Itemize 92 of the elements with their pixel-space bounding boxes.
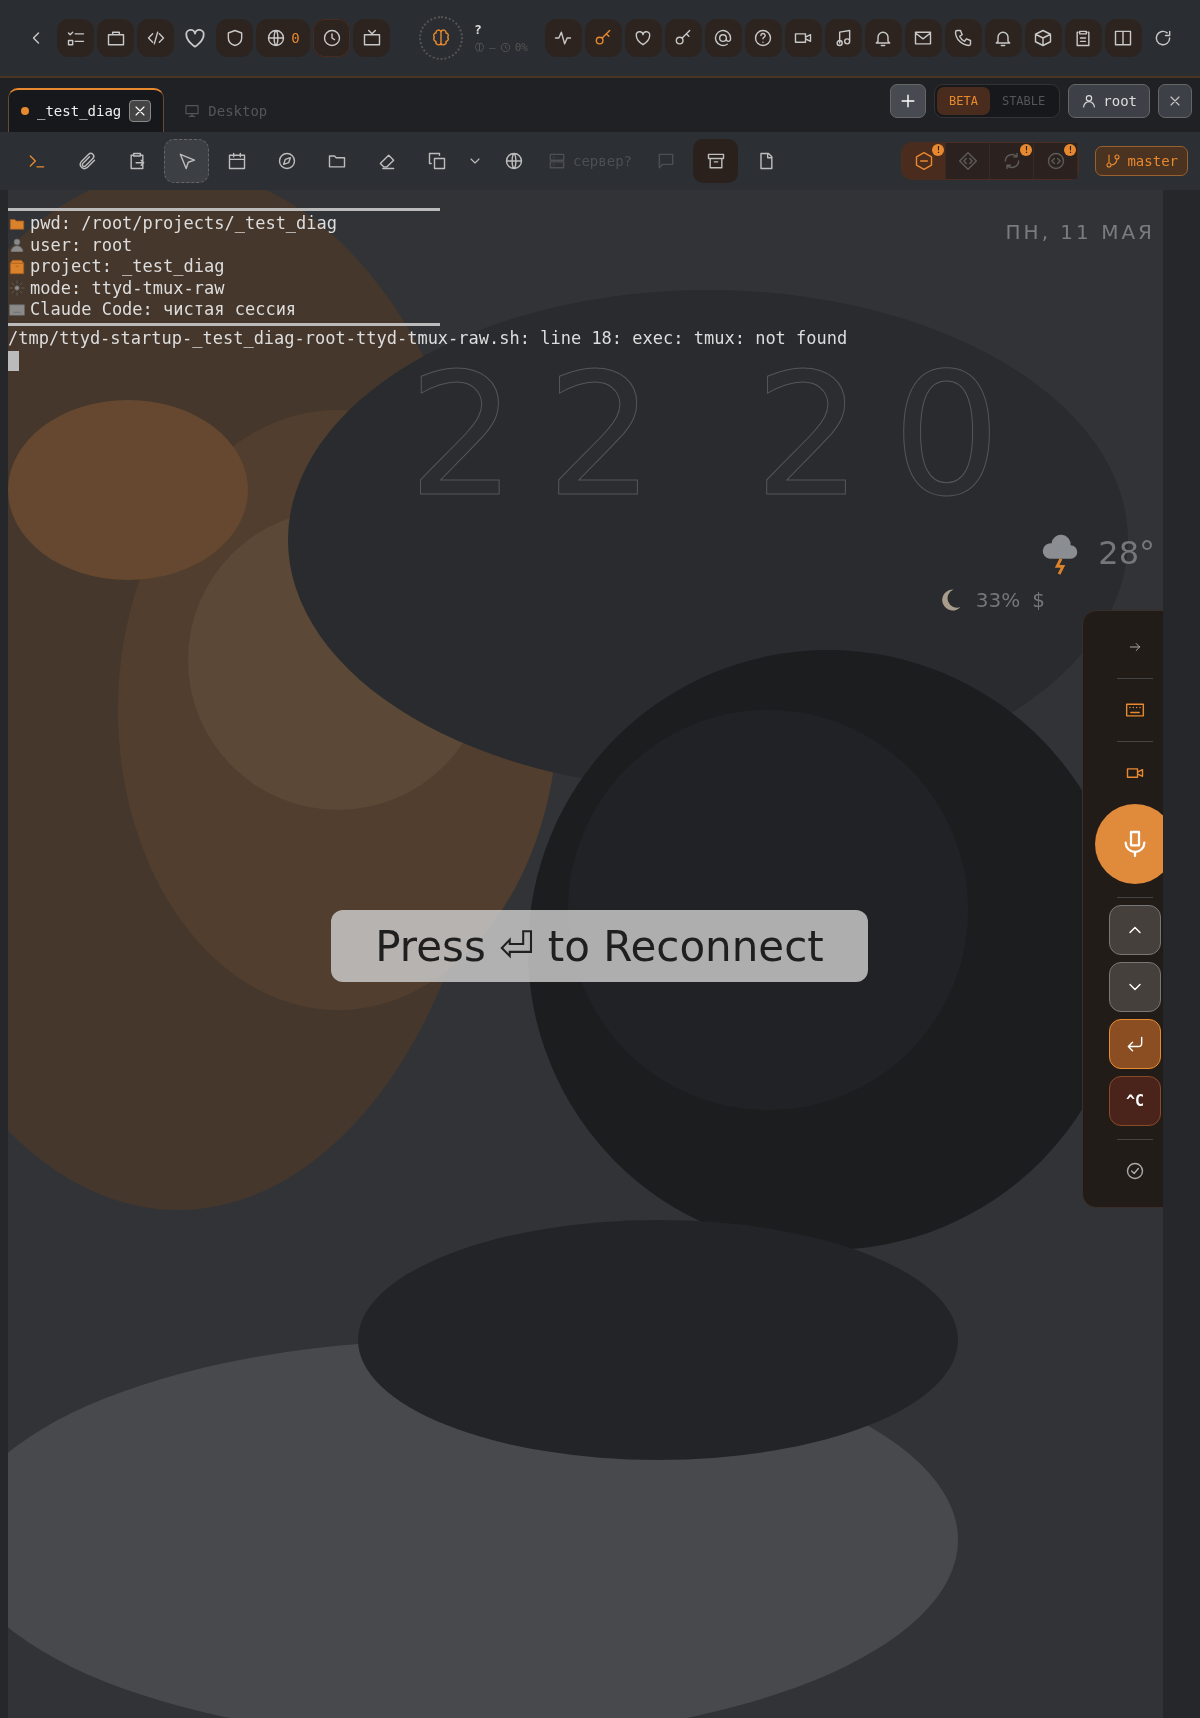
user-button[interactable]: root xyxy=(1068,84,1150,118)
circle-code-icon xyxy=(1045,151,1066,171)
mail-icon xyxy=(913,28,934,48)
channel-option[interactable]: BETA xyxy=(937,87,990,115)
help-button[interactable] xyxy=(744,19,782,57)
ai-status-title: ? xyxy=(474,22,483,37)
archive-icon xyxy=(705,151,726,171)
user-icon xyxy=(1081,93,1098,109)
code-button[interactable] xyxy=(137,19,174,57)
brain-icon xyxy=(474,42,485,53)
enter-icon xyxy=(1125,1034,1145,1054)
branch-icon xyxy=(1105,153,1122,169)
close-tab-button[interactable] xyxy=(129,100,152,122)
globe-icon xyxy=(266,28,287,48)
shield-button[interactable] xyxy=(216,19,253,57)
tab[interactable]: _test_diag xyxy=(8,88,165,132)
globe-counter-button[interactable]: 0 xyxy=(256,19,310,57)
archive-button[interactable] xyxy=(693,139,738,183)
close-button[interactable] xyxy=(1158,84,1192,118)
phone-icon xyxy=(953,28,974,48)
circle-code-button[interactable]: ! xyxy=(1034,143,1079,179)
terminal-line: project: _test_diag xyxy=(30,256,225,278)
briefcase-button[interactable] xyxy=(97,19,134,57)
copy-icon xyxy=(426,151,447,171)
hexagon-minus-button[interactable]: ! xyxy=(902,143,947,179)
cube-icon xyxy=(1033,28,1054,48)
clock-icon xyxy=(499,42,511,53)
terminal-cursor xyxy=(8,351,19,371)
at-sign-button[interactable] xyxy=(704,19,742,57)
columns-icon xyxy=(1113,28,1134,48)
tv-button[interactable] xyxy=(353,19,390,57)
tab-label: _test_diag xyxy=(37,103,122,119)
help-icon xyxy=(753,28,774,48)
diamond-code-icon xyxy=(957,151,978,171)
heart-button[interactable] xyxy=(624,19,662,57)
terminal-line: user: root xyxy=(30,234,133,256)
phone-button[interactable] xyxy=(944,19,982,57)
bell-button[interactable] xyxy=(984,19,1022,57)
terminal-line: pwd: /root/projects/_test_diag xyxy=(30,213,338,235)
brain-button[interactable] xyxy=(419,16,463,60)
compass-icon xyxy=(276,151,297,171)
alert-badge: ! xyxy=(932,144,945,156)
sync-button[interactable]: ! xyxy=(990,143,1035,179)
bell-button[interactable] xyxy=(864,19,902,57)
currency-symbol: $ xyxy=(1032,588,1045,612)
globe-icon xyxy=(503,151,524,171)
cursor-button[interactable] xyxy=(164,139,209,183)
hexagon-minus-icon xyxy=(913,151,934,171)
moon-phase: 33% xyxy=(975,588,1021,612)
clock-date: ПН, 11 МАЯ xyxy=(1005,220,1155,244)
clock-icon xyxy=(321,28,342,48)
key-button[interactable] xyxy=(664,19,702,57)
at-sign-icon xyxy=(713,28,734,48)
video-camera-button[interactable] xyxy=(784,19,822,57)
microphone-button[interactable] xyxy=(1095,804,1163,884)
branch-button[interactable]: master xyxy=(1095,146,1188,176)
checklist-icon xyxy=(65,28,86,48)
paperclip-icon xyxy=(76,151,97,171)
terminal-line: /tmp/ttyd-startup-_test_diag-root-ttyd-tmux-raw.sh: line 18: exec: tmux: not found xyxy=(8,327,848,349)
arrow-right-icon xyxy=(1128,640,1142,654)
package-icon xyxy=(8,257,26,276)
monitor-icon xyxy=(184,103,201,119)
alert-badge: ! xyxy=(1020,144,1033,156)
pulse-button[interactable] xyxy=(544,19,582,57)
cube-button[interactable] xyxy=(1024,19,1062,57)
terminal-line: Claude Code: чистая сессия xyxy=(30,299,297,321)
user-icon xyxy=(8,236,26,255)
interrupt-button[interactable]: ^C xyxy=(1109,1076,1161,1126)
enter-button[interactable] xyxy=(1109,1019,1161,1069)
arrow-down-button[interactable] xyxy=(1109,962,1161,1012)
columns-button[interactable] xyxy=(1104,19,1142,57)
reconnect-message: Press ⏎ to Reconnect xyxy=(375,921,824,971)
alert-badge: ! xyxy=(1064,144,1077,156)
brain-icon xyxy=(431,28,451,48)
mail-button[interactable] xyxy=(904,19,942,57)
temperature: 28° xyxy=(1098,534,1155,572)
clock-button[interactable] xyxy=(313,19,350,57)
status-dot-icon xyxy=(21,107,29,115)
pulse-icon xyxy=(553,28,574,48)
briefcase-icon xyxy=(105,28,126,48)
music-note-button[interactable] xyxy=(824,19,862,57)
new-tab-button[interactable] xyxy=(890,84,926,118)
checklist-button[interactable] xyxy=(57,19,94,57)
ai-status-separator: — xyxy=(489,41,496,54)
clipboard-button[interactable] xyxy=(1064,19,1102,57)
tv-icon xyxy=(361,28,382,48)
key-button[interactable] xyxy=(584,19,622,57)
terminal-line: mode: ttyd-tmux-raw xyxy=(30,277,225,299)
code-icon xyxy=(145,28,166,48)
calendar-icon xyxy=(226,151,247,171)
arrow-up-button[interactable] xyxy=(1109,905,1161,955)
server-icon xyxy=(547,151,567,171)
